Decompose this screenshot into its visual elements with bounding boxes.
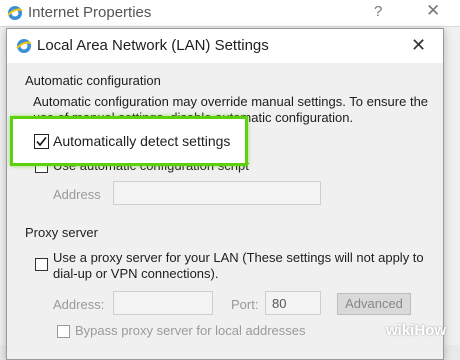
proxy-port-input[interactable] xyxy=(265,291,321,315)
proxy-address-label: Address: xyxy=(53,297,105,312)
script-address-input[interactable] xyxy=(113,181,321,205)
watermark-how: How xyxy=(414,322,447,339)
proxy-address-input[interactable] xyxy=(113,291,213,315)
use-proxy-server-label-line1: Use a proxy server for your LAN (These s… xyxy=(53,250,424,265)
script-address-label: Address xyxy=(53,187,101,202)
use-proxy-server-checkbox[interactable] xyxy=(35,258,48,271)
internet-properties-title: Internet Properties xyxy=(28,4,152,21)
proxy-port-label: Port: xyxy=(231,297,259,312)
automatically-detect-settings-label: Automatically detect settings xyxy=(53,133,231,149)
help-button[interactable]: ? xyxy=(374,3,382,20)
internet-explorer-icon xyxy=(16,39,32,53)
dialog-title: Local Area Network (LAN) Settings xyxy=(37,37,269,54)
proxy-server-label: Proxy server xyxy=(25,225,98,240)
automatic-configuration-description-line1: Automatic configuration may override man… xyxy=(33,94,429,109)
watermark-wiki: wiki xyxy=(386,322,415,339)
internet-properties-titlebar: Internet Properties ? ✕ xyxy=(0,0,460,27)
internet-explorer-icon xyxy=(7,6,23,20)
close-icon[interactable]: ✕ xyxy=(411,35,426,56)
bypass-proxy-label: Bypass proxy server for local addresses xyxy=(75,323,306,338)
checkmark-icon xyxy=(36,137,47,147)
wikihow-watermark: wikiHow xyxy=(386,322,446,339)
auto-detect-highlight: Automatically detect settings xyxy=(10,116,248,166)
use-proxy-server-label-line2: dial-up or VPN connections). xyxy=(53,266,219,281)
bypass-proxy-checkbox[interactable] xyxy=(57,325,70,338)
automatically-detect-settings-checkbox[interactable] xyxy=(34,134,49,149)
advanced-button[interactable]: Advanced xyxy=(337,293,411,315)
lan-settings-titlebar: Local Area Network (LAN) Settings ✕ xyxy=(7,29,443,63)
automatic-configuration-label: Automatic configuration xyxy=(25,73,161,88)
close-icon[interactable]: ✕ xyxy=(426,1,440,21)
lan-settings-dialog: Local Area Network (LAN) Settings ✕ Auto… xyxy=(6,28,444,360)
